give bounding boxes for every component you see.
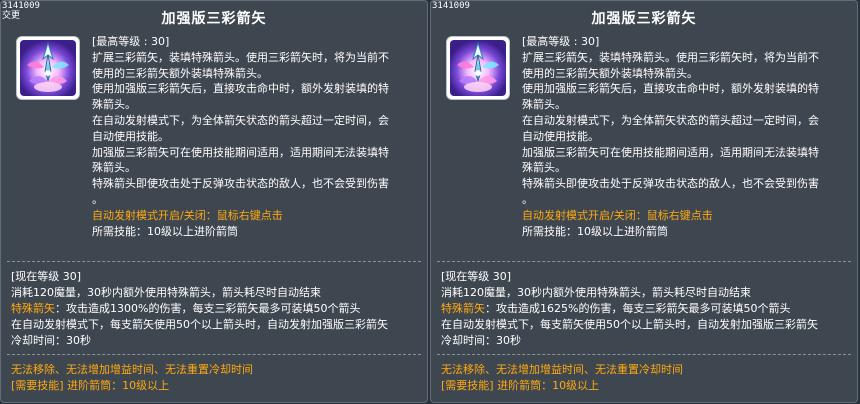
desc-line: 殊箭头。 — [92, 161, 136, 175]
footer-line: 无法移除、无法增加增益时间、无法重置冷却时间 — [11, 363, 253, 376]
desc-line: [最高等级 : 30] — [522, 35, 600, 48]
skill-title: 加强版三彩箭矢 — [161, 11, 267, 27]
footer-line: [需要技能] 进阶箭筒：10级以上 — [441, 378, 600, 392]
desc-line: 在自动发射模式下，为全体箭矢状态的箭头超过一定时间，会 — [522, 113, 819, 127]
required-skill: 所需技能：10级以上进阶箭筒 — [522, 224, 668, 238]
desc-line: 特殊箭头即使攻击处于反弹攻击状态的敌人，也不会受到伤害 — [92, 177, 389, 191]
special-arrow-label: 特殊箭矢 — [11, 301, 55, 315]
desc-line: 。 — [522, 192, 533, 206]
skill-tooltip-left: 3141009 交更 加强版三彩箭矢 [最高等级: 30] 扩展三彩箭矢，装填… — [0, 0, 428, 403]
desc-line: 自动使用技能。 — [92, 129, 169, 143]
tri-color-arrow-skill-icon — [446, 36, 510, 100]
skill-tooltip-right: 3141009 加强版三彩箭矢 [最高等级: 30] 扩展三彩箭矢，装填特殊箭… — [430, 0, 858, 403]
auto-fire-hint: 自动发射模式开启/关闭：鼠标右键点击 — [522, 208, 713, 222]
cooldown-line: 冷却时间：30秒 — [11, 333, 91, 347]
footer-line: [需要技能] 进阶箭筒：10级以上 — [11, 378, 170, 392]
tri-color-arrow-skill-icon — [16, 36, 80, 100]
desc-line: 使用的三彩箭矢额外装填特殊箭头。 — [92, 66, 268, 80]
divider — [7, 261, 421, 262]
desc-line: 扩展三彩箭矢，装填特殊箭头。使用三彩箭矢时，将为当前不 — [522, 50, 819, 64]
special-arrow-line: 特殊箭矢：攻击造成1300%的伤害，每支三彩箭矢最多可装填50个箭头 — [11, 301, 423, 317]
current-level-heading: [现在等级 30] — [441, 270, 512, 283]
desc-line: 扩展三彩箭矢，装填特殊箭头。使用三彩箭矢时，将为当前不 — [92, 50, 389, 64]
skill-description: [最高等级 : 30] 扩展三彩箭矢，装填特殊箭头。使用三彩箭矢时，将为当前不 … — [522, 34, 847, 239]
desc-line: 。 — [92, 192, 103, 206]
current-line: 在自动发射模式下，每支箭矢使用50个以上箭头时，自动发射加强版三彩箭矢 — [441, 317, 818, 331]
desc-line: 在自动发射模式下，为全体箭矢状态的箭头超过一定时间，会 — [92, 113, 389, 127]
skill-description: [最高等级 : 30] 扩展三彩箭矢，装填特殊箭头。使用三彩箭矢时，将为当前不 … — [92, 34, 417, 239]
current-line: 在自动发射模式下，每支箭矢使用50个以上箭头时，自动发射加强版三彩箭矢 — [11, 317, 388, 331]
current-line: 消耗120魔量，30秒内额外使用特殊箭头，箭头耗尽时自动结束 — [11, 285, 321, 299]
divider — [437, 261, 851, 262]
special-arrow-line: 特殊箭矢：攻击造成1625%的伤害，每支三彩箭矢最多可装填50个箭头 — [441, 301, 853, 317]
desc-line: 殊箭头。 — [522, 161, 566, 175]
footer-section: 无法移除、无法增加增益时间、无法重置冷却时间 [需要技能] 进阶箭筒：10级以上 — [441, 362, 853, 394]
desc-line: 使用加强版三彩箭矢后，直接攻击命中时，额外发射装填的特 — [92, 82, 389, 96]
desc-line: [最高等级 : 30] — [92, 35, 170, 48]
auto-fire-hint: 自动发射模式开启/关闭：鼠标右键点击 — [92, 208, 283, 222]
divider — [7, 354, 421, 355]
divider — [437, 354, 851, 355]
desc-line: 加强版三彩箭矢可在使用技能期间适用，适用期间无法装填特 — [522, 145, 819, 159]
skill-title: 加强版三彩箭矢 — [591, 11, 697, 27]
current-level-section: [现在等级 30] 消耗120魔量，30秒内额外使用特殊箭头，箭头耗尽时自动结束… — [441, 269, 853, 349]
desc-line: 自动使用技能。 — [522, 129, 599, 143]
current-level-section: [现在等级 30] 消耗120魔量，30秒内额外使用特殊箭头，箭头耗尽时自动结束… — [11, 269, 423, 349]
current-line: 消耗120魔量，30秒内额外使用特殊箭头，箭头耗尽时自动结束 — [441, 285, 751, 299]
desc-line: 殊箭头。 — [92, 98, 136, 112]
footer-line: 无法移除、无法增加增益时间、无法重置冷却时间 — [441, 363, 683, 376]
current-level-heading: [现在等级 30] — [11, 270, 82, 283]
desc-line: 使用加强版三彩箭矢后，直接攻击命中时，额外发射装填的特 — [522, 82, 819, 96]
desc-line: 使用的三彩箭矢额外装填特殊箭头。 — [522, 66, 698, 80]
special-arrow-text: ：攻击造成1625%的伤害，每支三彩箭矢最多可装填50个箭头 — [485, 301, 791, 315]
special-arrow-text: ：攻击造成1300%的伤害，每支三彩箭矢最多可装填50个箭头 — [55, 301, 361, 315]
required-skill: 所需技能：10级以上进阶箭筒 — [92, 224, 238, 238]
desc-line: 加强版三彩箭矢可在使用技能期间适用，适用期间无法装填特 — [92, 145, 389, 159]
desc-line: 特殊箭头即使攻击处于反弹攻击状态的敌人，也不会受到伤害 — [522, 177, 819, 191]
special-arrow-label: 特殊箭矢 — [441, 301, 485, 315]
footer-section: 无法移除、无法增加增益时间、无法重置冷却时间 [需要技能] 进阶箭筒：10级以上 — [11, 362, 423, 394]
desc-line: 殊箭头。 — [522, 98, 566, 112]
cooldown-line: 冷却时间：30秒 — [441, 333, 521, 347]
